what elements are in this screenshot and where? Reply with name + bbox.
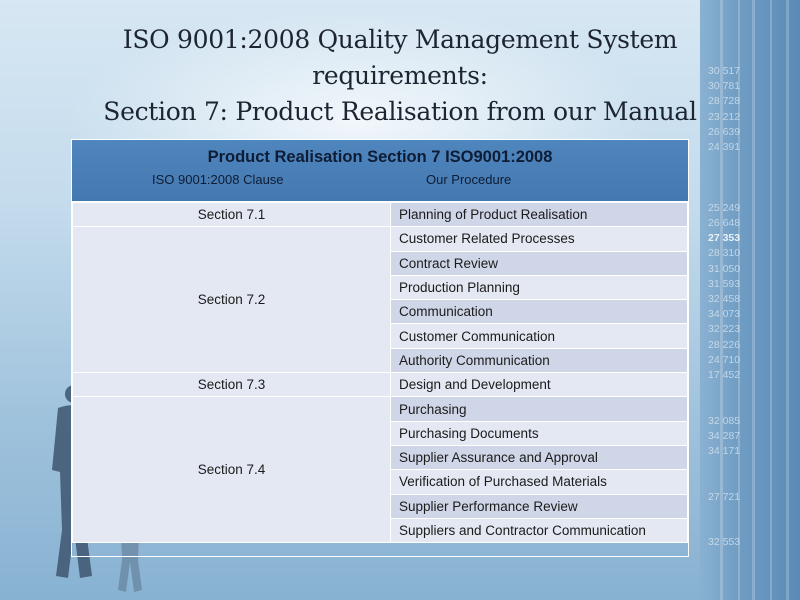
slide-title-line: Section 7: Product Realisation from our … (103, 97, 697, 126)
background-number: 31 593 (708, 277, 741, 290)
table-row: Section 7.4 Purchasing (72, 396, 688, 544)
procedure-cell: Customer Related Processes (390, 226, 688, 252)
section-clause-cell: Section 7.3 (72, 372, 391, 398)
background-number (708, 186, 758, 201)
background-number: 28 310 (708, 247, 741, 260)
procedure-cell: Design and Development (390, 372, 688, 398)
procedure-cell: Production Planning (390, 274, 688, 301)
background-number (708, 383, 758, 398)
procedure-cell: Purchasing Documents (390, 420, 688, 446)
background-number: 31 050 (708, 262, 741, 275)
procedure-cell: Communication (390, 299, 688, 325)
clause-procedure-table: Section 7.1 Planning of Product Realisati… (72, 201, 688, 544)
background-number: 17 452 (708, 369, 741, 382)
background-number: 32 553 (708, 536, 741, 549)
procedure-cell: Authority Communication (390, 347, 688, 374)
table-header: Product Realisation Section 7 ISO9001:20… (72, 140, 688, 202)
table-row: Section 7.1 Planning of Product Realisati… (72, 201, 688, 228)
slide-title: ISO 9001:2008 Quality Management System … (40, 22, 760, 130)
procedure-cell: Contract Review (390, 250, 688, 276)
table-row: Section 7.2 Customer Related Processes (72, 226, 688, 374)
background-number: 25 249 (708, 201, 741, 214)
background-number: 32 085 (708, 414, 741, 427)
background-number: 34 287 (708, 429, 741, 442)
background-number: 34 073 (708, 308, 741, 321)
background-number: 24 710 (708, 353, 741, 366)
background-number (708, 459, 758, 474)
procedure-cell: Supplier Assurance and Approval (390, 444, 688, 471)
column-header-procedure: Our Procedure (426, 172, 512, 187)
section-clause-cell: Section 7.2 (72, 226, 391, 374)
background-number: 27 721 (708, 490, 741, 503)
background-number (708, 520, 758, 535)
background-number: 28 226 (708, 338, 741, 351)
decorative-stripe (786, 0, 789, 600)
background-number (708, 398, 758, 413)
decorative-stripe (770, 0, 772, 600)
section-clause-cell: Section 7.1 (72, 201, 391, 228)
procedure-cell: Customer Communication (390, 323, 688, 349)
table-title: Product Realisation Section 7 ISO9001:20… (207, 148, 553, 166)
background-number (708, 505, 758, 520)
background-number (708, 474, 758, 489)
background-number: 26 648 (708, 217, 741, 230)
slide-title-line: requirements: (312, 61, 488, 90)
background-number: 34 171 (708, 445, 741, 458)
procedure-cell: Supplier Performance Review (390, 493, 688, 519)
background-number-column: 30 517 30 781 28 728 23 212 26 639 24 391 25 … (708, 64, 758, 551)
column-header-clause: ISO 9001:2008 Clause (152, 172, 284, 187)
background-number: 27 353 (708, 232, 741, 245)
procedure-cell: Verification of Purchased Materials (390, 469, 688, 495)
product-realisation-table: Product Realisation Section 7 ISO9001:20… (71, 139, 689, 557)
procedure-cell: Purchasing (390, 396, 688, 422)
slide-title-line: ISO 9001:2008 Quality Management System (122, 25, 678, 54)
procedure-cell: Planning of Product Realisation (390, 201, 688, 228)
procedure-cell: Suppliers and Contractor Communication (390, 517, 688, 544)
background-number: 32 458 (708, 293, 741, 306)
table-row: Section 7.3 Design and Development (72, 372, 688, 398)
background-number (708, 155, 758, 170)
background-number: 24 391 (708, 141, 741, 154)
background-number (708, 170, 758, 185)
section-clause-cell: Section 7.4 (72, 396, 391, 544)
background-number: 32 223 (708, 323, 741, 336)
